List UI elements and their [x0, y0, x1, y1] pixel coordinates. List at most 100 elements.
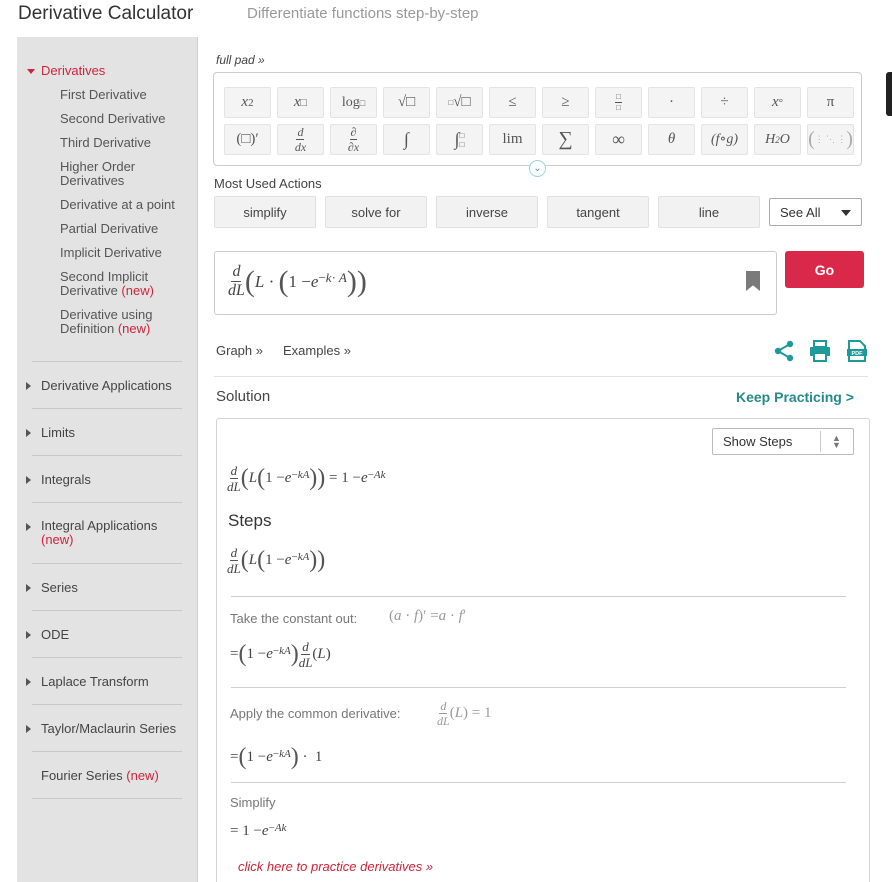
sidebar-item-integral-applications[interactable]: Integral Applications (new)	[17, 519, 181, 547]
new-badge: (new)	[126, 768, 159, 783]
key-fraction[interactable]: □ □	[595, 87, 642, 118]
sidebar-item-label: ODE	[41, 627, 70, 642]
divider	[32, 610, 182, 611]
key-greater-equal[interactable]: ≥	[542, 87, 589, 118]
show-steps-select[interactable]: Show Steps ▲ ▼	[712, 428, 854, 455]
key-divide[interactable]: ÷	[701, 87, 748, 118]
divider	[32, 455, 182, 456]
math-keypad: x2 x □ log □ √□ □ √□ ≤ ≥ □ □ · ÷ x ° π (□)′ d…	[213, 72, 862, 166]
caret-right-icon	[26, 476, 31, 484]
sidebar-item-derivatives[interactable]: Derivatives	[17, 63, 181, 78]
caret-right-icon	[26, 584, 31, 592]
practice-derivatives-link[interactable]: click here to practice derivatives »	[238, 859, 433, 874]
sidebar-item-derivative-applications[interactable]: Derivative Applications	[17, 378, 181, 393]
caret-right-icon	[26, 523, 31, 531]
key-square[interactable]: x2	[224, 87, 271, 118]
divider	[32, 563, 182, 564]
line-button[interactable]: line	[658, 196, 760, 228]
graph-link[interactable]: Graph »	[216, 343, 263, 358]
key-dot[interactable]: ·	[648, 87, 695, 118]
step-1-rule: (a · f)′ = a · f ′	[389, 608, 467, 624]
chevron-down-icon[interactable]: ⌄	[529, 160, 546, 177]
step-3-result: = 1 − e −Ak	[230, 821, 287, 840]
solve-for-button[interactable]: solve for	[325, 196, 427, 228]
key-derivative[interactable]: d dx	[277, 124, 324, 155]
caret-down-icon	[27, 69, 35, 74]
step-1-label: Take the constant out:	[230, 611, 358, 626]
key-infinity[interactable]: ∞	[595, 124, 642, 155]
sidebar-item-taylor[interactable]: Taylor/Maclaurin Series	[17, 721, 181, 736]
share-icon[interactable]	[773, 340, 795, 362]
keep-practicing-link[interactable]: Keep Practicing >	[736, 389, 854, 405]
divider	[214, 376, 868, 377]
see-all-dropdown[interactable]: See All	[769, 198, 862, 226]
key-prime[interactable]: (□)′	[224, 124, 271, 155]
sidebar-subitem-second-derivative[interactable]: Second Derivative	[60, 112, 200, 126]
svg-text:PDF: PDF	[852, 351, 864, 357]
sidebar-item-label: Derivatives	[41, 63, 106, 78]
app-title[interactable]: Derivative Calculator	[18, 3, 193, 25]
sidebar-item-series[interactable]: Series	[17, 580, 181, 595]
caret-right-icon	[26, 678, 31, 686]
sidebar-item-fourier[interactable]: Fourier Series (new)	[17, 768, 181, 783]
inverse-button[interactable]: inverse	[436, 196, 538, 228]
updown-arrows-icon: ▲ ▼	[832, 433, 841, 450]
step-3-label: Simplify	[230, 795, 276, 810]
key-partial[interactable]: ∂ ∂x	[330, 124, 377, 155]
sidebar-subitem-first-derivative[interactable]: First Derivative	[60, 88, 200, 102]
sidebar-subitem-implicit[interactable]: Implicit Derivative	[60, 246, 200, 260]
side-tab[interactable]	[886, 72, 892, 116]
key-integral[interactable]: ∫	[383, 124, 430, 155]
sidebar-item-limits[interactable]: Limits	[17, 425, 181, 440]
sidebar-item-label: Integral Applications	[41, 518, 158, 533]
key-compose[interactable]: (f∘g)	[701, 124, 748, 155]
key-pi[interactable]: π	[807, 87, 854, 118]
sidebar-item-label: Derivative Applications	[41, 378, 172, 393]
expression-display: d dL (L · (1 − e −k· A))	[228, 263, 367, 299]
key-degree[interactable]: x °	[754, 87, 801, 118]
key-matrix[interactable]: (⋮ ⋱ ⋮)	[807, 124, 854, 155]
go-button[interactable]: Go	[785, 251, 864, 288]
key-chemistry[interactable]: H2O	[754, 124, 801, 155]
sidebar-subitem-third-derivative[interactable]: Third Derivative	[60, 136, 200, 150]
pdf-icon[interactable]: PDF	[846, 340, 868, 362]
most-used-actions-label: Most Used Actions	[214, 176, 322, 191]
key-less-equal[interactable]: ≤	[489, 87, 536, 118]
sidebar-item-laplace[interactable]: Laplace Transform	[17, 674, 181, 689]
sidebar-subitem-higher-order[interactable]: Higher Order Derivatives	[60, 160, 200, 188]
key-sum[interactable]: ∑	[542, 124, 589, 155]
key-nth-root[interactable]: □ √□	[436, 87, 483, 118]
divider	[32, 751, 182, 752]
divider	[32, 408, 182, 409]
caret-right-icon	[26, 725, 31, 733]
simplify-button[interactable]: simplify	[214, 196, 316, 228]
sidebar-subitem-derivative-at-point[interactable]: Derivative at a point	[60, 198, 200, 212]
tangent-button[interactable]: tangent	[547, 196, 649, 228]
sidebar-item-label: Limits	[41, 425, 75, 440]
print-icon[interactable]	[809, 340, 831, 362]
examples-link[interactable]: Examples »	[283, 343, 351, 358]
expression-input[interactable]: d dL (L · (1 − e −k· A))	[214, 251, 777, 315]
full-pad-link[interactable]: full pad »	[216, 53, 265, 67]
see-all-label: See All	[780, 204, 821, 220]
sidebar-item-ode[interactable]: ODE	[17, 627, 181, 642]
divider	[231, 782, 846, 783]
caret-right-icon	[26, 382, 31, 390]
step-2-result: =(1 − e −kA) · 1	[230, 744, 323, 770]
new-badge: (new)	[117, 321, 151, 336]
key-power[interactable]: x □	[277, 87, 324, 118]
key-limit[interactable]: lim	[489, 124, 536, 155]
sidebar-subitem-partial[interactable]: Partial Derivative	[60, 222, 200, 236]
solution-label: Solution	[216, 388, 271, 405]
key-sqrt[interactable]: √□	[383, 87, 430, 118]
key-definite-integral[interactable]: ∫ □ □	[436, 124, 483, 155]
header: Derivative Calculator Differentiate func…	[0, 0, 892, 36]
key-log[interactable]: log □	[330, 87, 377, 118]
key-theta[interactable]: θ	[648, 124, 695, 155]
sidebar-subitem-definition[interactable]: Derivative using Definition (new)	[60, 308, 200, 336]
sidebar-subitem-second-implicit[interactable]: Second Implicit Derivative (new)	[60, 270, 200, 298]
divider	[32, 704, 182, 705]
result-equation: d dL (L(1 − e −kA)) = 1 − e −Ak	[227, 463, 386, 494]
sidebar-item-integrals[interactable]: Integrals	[17, 472, 181, 487]
divider	[32, 502, 182, 503]
